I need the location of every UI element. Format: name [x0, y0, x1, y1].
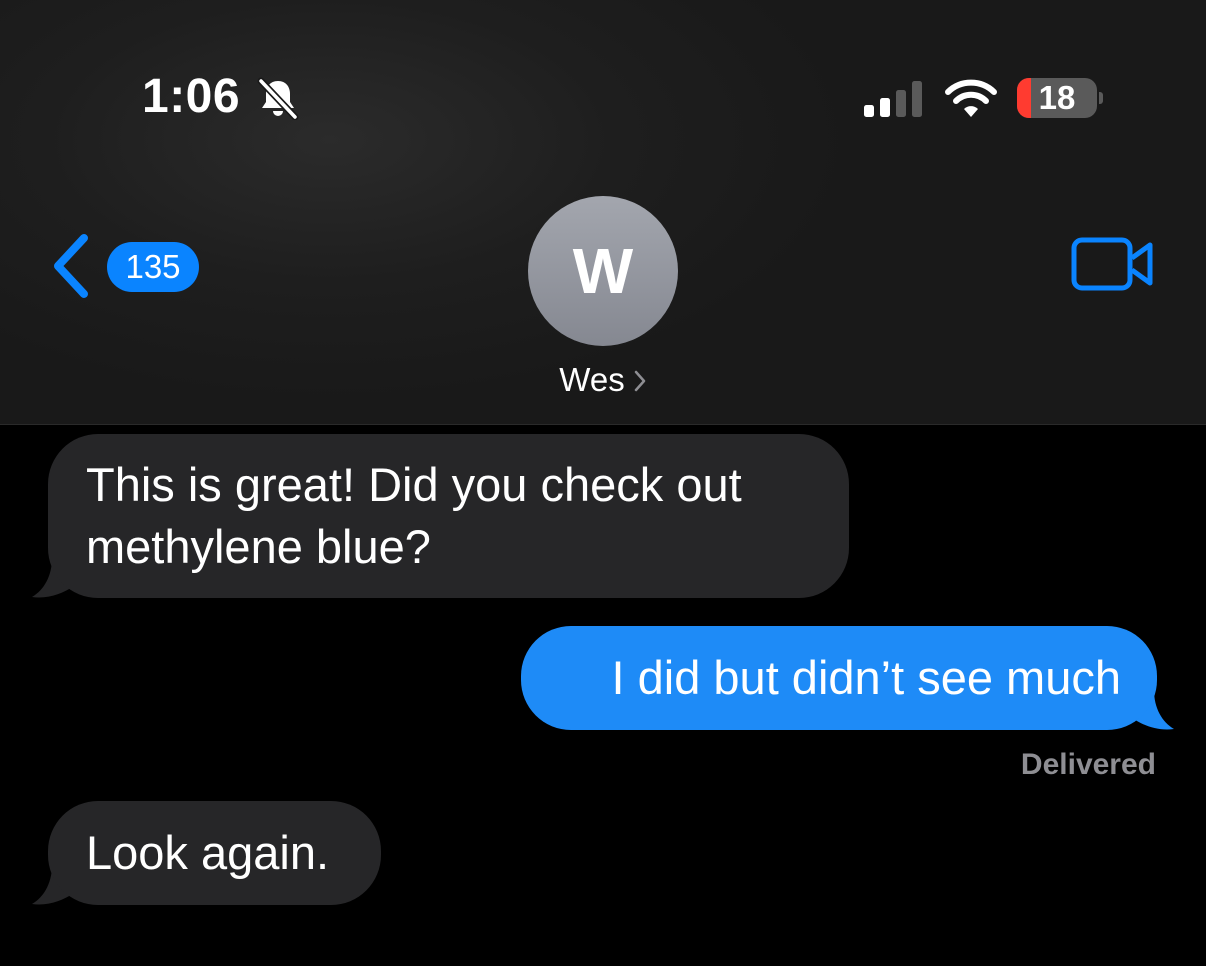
- signal-bar-1: [864, 105, 874, 117]
- signal-bar-4: [912, 81, 922, 117]
- avatar: W: [528, 196, 678, 346]
- contact-name: Wes: [559, 361, 625, 398]
- back-button[interactable]: 135: [42, 226, 212, 306]
- delivery-status: Delivered: [1020, 748, 1156, 781]
- message-bubble-sent[interactable]: I did but didn’t see much: [521, 626, 1157, 730]
- signal-bar-3: [896, 90, 906, 117]
- battery-cap: [1099, 92, 1103, 104]
- battery-indicator: 18: [1017, 78, 1097, 118]
- unread-count-badge: 135: [107, 242, 199, 292]
- chevron-right-icon: [634, 370, 645, 392]
- message-bubble-received[interactable]: Look again.: [48, 801, 381, 905]
- status-time: 1:06: [142, 70, 241, 123]
- chevron-left-icon: [54, 234, 88, 298]
- contact-name-row: Wes: [503, 360, 703, 400]
- cellular-signal-icon: [864, 81, 922, 117]
- contact-details-button[interactable]: W Wes: [503, 194, 703, 406]
- signal-bar-2: [880, 98, 890, 117]
- wifi-icon: [945, 79, 997, 117]
- message-bubble-received[interactable]: This is great! Did you check out methyle…: [48, 434, 849, 598]
- messages-screen: 1:06 18 135 W Wes This is great! Did you…: [0, 0, 1206, 966]
- bell-slash-icon: [257, 77, 299, 120]
- conversation-header: 1:06 18 135 W Wes: [0, 0, 1206, 425]
- video-camera-icon[interactable]: [1066, 232, 1162, 298]
- battery-level: 18: [1038, 79, 1076, 116]
